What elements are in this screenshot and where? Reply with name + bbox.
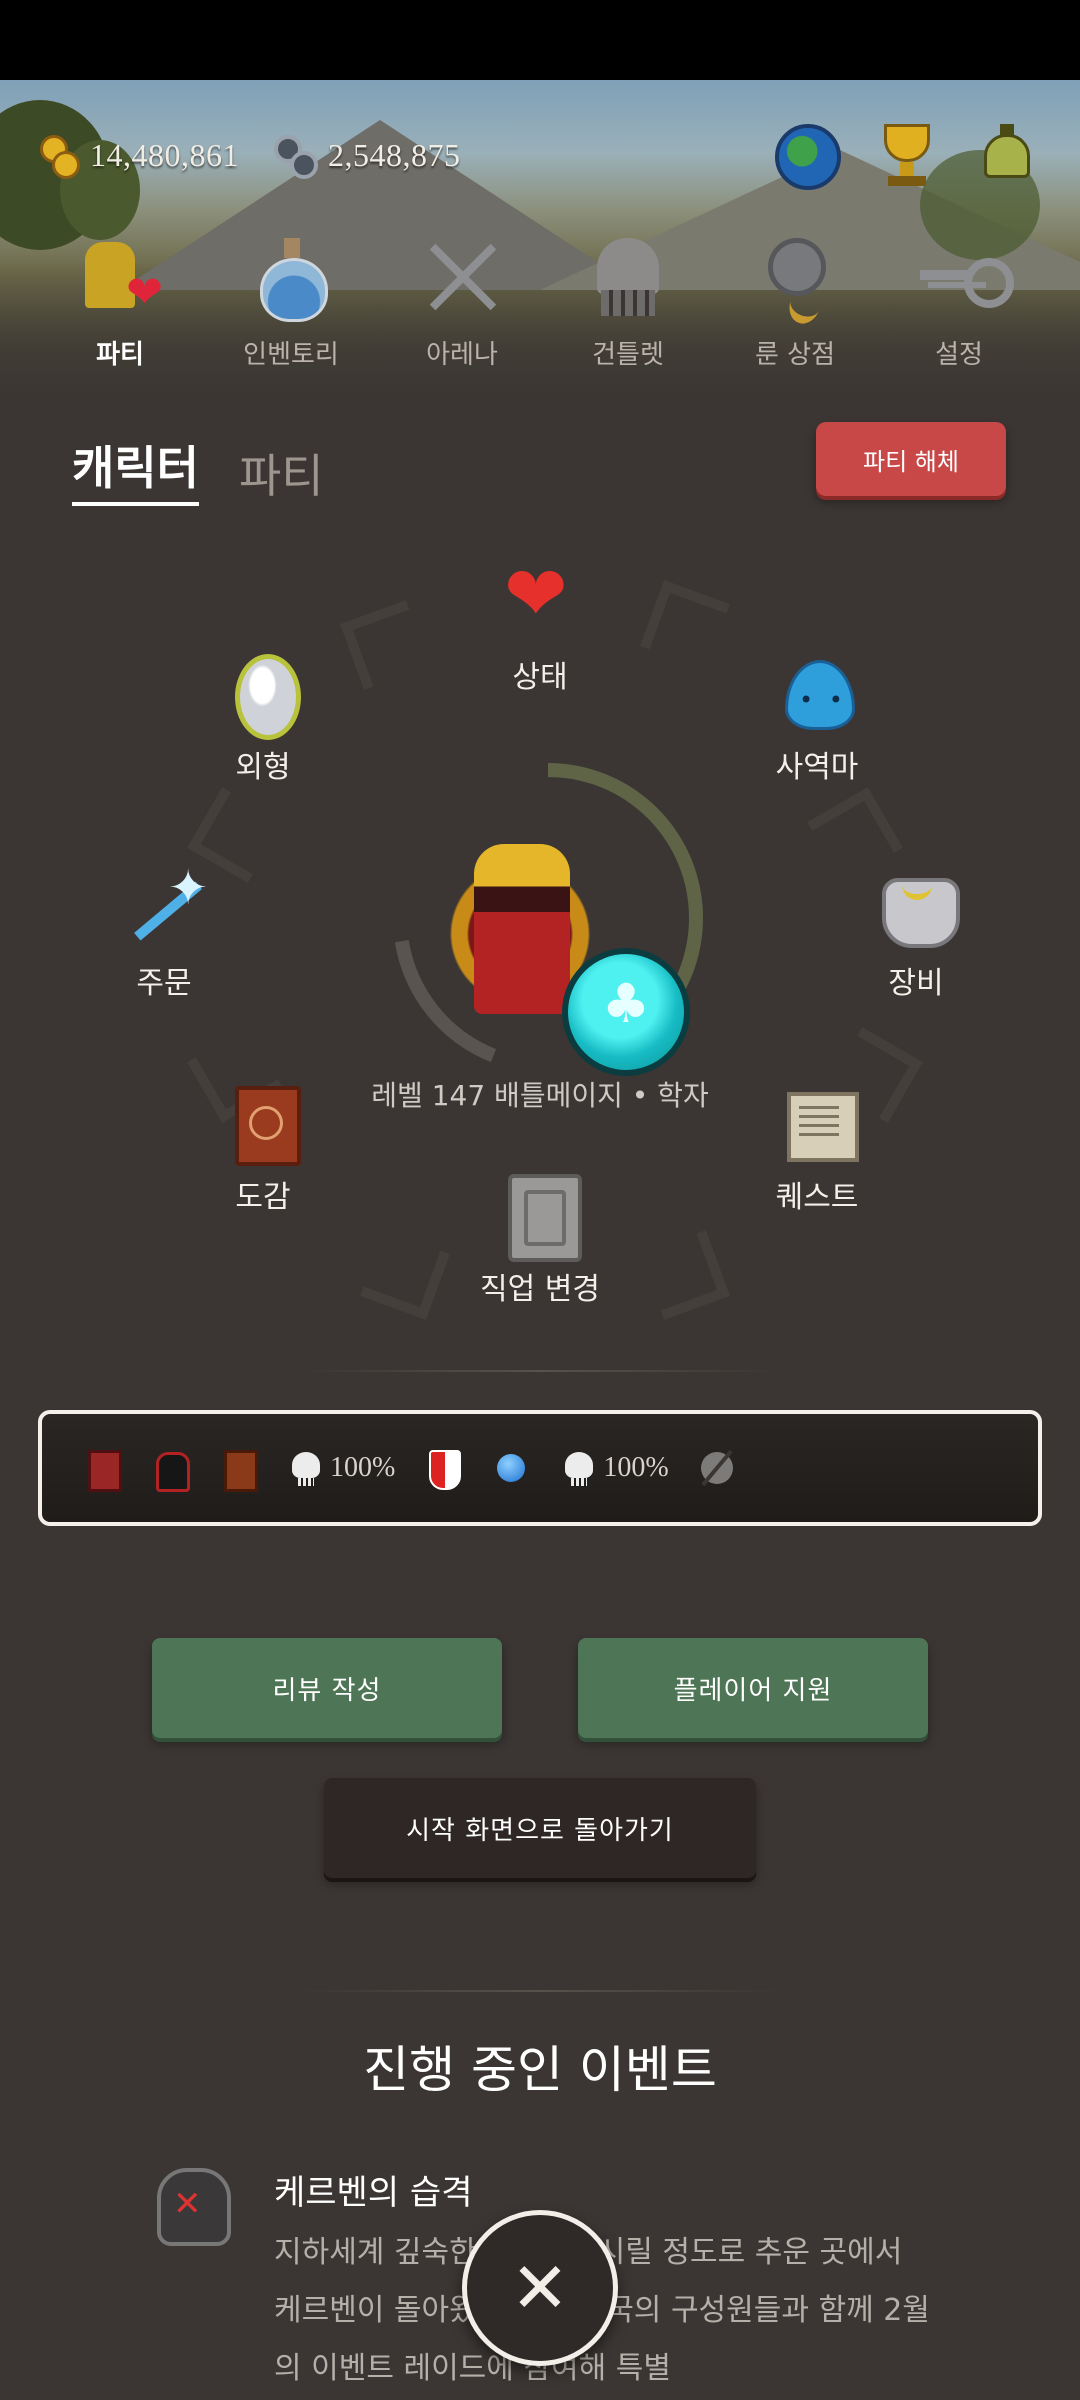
events-title: 진행 중인 이벤트 (363, 2041, 717, 2099)
return-to-title-button[interactable]: 시작 화면으로 돌아가기 (324, 1778, 756, 1878)
gold-counter: 14,480,861 (40, 130, 239, 180)
class-orb-icon[interactable] (562, 948, 690, 1076)
character-level-class: 레벨 147 배틀메이지 • 학자 (371, 1079, 709, 1112)
nav-inventory[interactable]: 인벤토리 (216, 232, 366, 382)
divider (300, 1990, 780, 1992)
nav-settings[interactable]: 설정 (884, 232, 1034, 382)
nav-inventory-label: 인벤토리 (243, 340, 339, 370)
nav-rune-shop-label: 룬 상점 (754, 340, 836, 370)
nav-party-label: 파티 (96, 340, 144, 370)
nav-gauntlet-label: 건틀렛 (592, 340, 664, 370)
gem-value: 2,548,875 (328, 136, 461, 173)
status-effect (218, 1448, 258, 1492)
rune-icon (750, 232, 840, 322)
tab-character[interactable]: 캐릭터 (72, 432, 199, 506)
status-effect (82, 1448, 122, 1492)
main-nav: 파티 인벤토리 아레나 건틀렛 룬 상점 설정 (0, 232, 1080, 382)
potion-icon (246, 232, 336, 322)
status-effect (491, 1448, 531, 1488)
nav-party[interactable]: 파티 (45, 232, 195, 382)
divider (300, 1370, 780, 1372)
no-slash-icon (697, 1448, 737, 1488)
globe-icon[interactable] (775, 124, 841, 190)
key-icon (914, 232, 1014, 322)
trophy-icon[interactable] (872, 120, 942, 190)
disband-party-button[interactable]: 파티 해체 (816, 422, 1006, 496)
status-effect-value: 100% (330, 1452, 396, 1483)
status-effects-bar[interactable]: 100% 100% (38, 1410, 1042, 1526)
blue-orb-icon (491, 1448, 531, 1488)
menu-appearance[interactable]: 외형 (173, 652, 353, 786)
coin-icon (40, 135, 80, 179)
status-effect (697, 1448, 737, 1488)
status-effect (150, 1448, 190, 1492)
menu-status[interactable]: 상태 (450, 556, 630, 696)
menu-appearance-label: 외형 (235, 750, 291, 785)
armor-icon (876, 868, 960, 948)
gold-value: 14,480,861 (90, 136, 239, 173)
close-icon: ✕ (510, 2247, 570, 2329)
close-button[interactable]: ✕ (462, 2210, 618, 2366)
cloak-icon (150, 1448, 190, 1492)
status-effect-value: 100% (603, 1452, 669, 1483)
cerberus-icon (145, 2158, 235, 2248)
status-effect: 100% (286, 1448, 395, 1488)
bell-icon[interactable] (972, 120, 1042, 190)
shield-icon (423, 1448, 463, 1490)
menu-quests-label: 퀘스트 (775, 1180, 859, 1215)
slime-icon (777, 652, 857, 732)
nav-gauntlet[interactable]: 건틀렛 (553, 232, 703, 382)
status-effect: 100% (559, 1448, 669, 1488)
sub-tabs: 캐릭터 파티 (72, 432, 324, 506)
nav-arena-label: 아레나 (426, 340, 498, 370)
menu-spells[interactable]: 주문 (74, 860, 254, 1002)
swords-icon (417, 232, 507, 322)
menu-familiar[interactable]: 사역마 (727, 652, 907, 786)
mirror-icon (223, 652, 303, 740)
gauntlet-icon (583, 232, 673, 322)
player-support-button[interactable]: 플레이어 지원 (578, 1638, 928, 1738)
red-book-icon (82, 1448, 122, 1492)
skull-icon (286, 1448, 326, 1488)
nav-arena[interactable]: 아레나 (387, 232, 537, 382)
status-bar (0, 0, 1080, 80)
tab-party[interactable]: 파티 (239, 440, 324, 506)
menu-familiar-label: 사역마 (775, 750, 859, 785)
menu-equipment-label: 장비 (888, 966, 944, 1001)
nav-settings-label: 설정 (935, 340, 983, 370)
nav-rune-shop[interactable]: 룬 상점 (720, 232, 870, 382)
write-review-button[interactable]: 리뷰 작성 (152, 1638, 502, 1738)
stone-tablet-icon (500, 1174, 582, 1262)
party-icon (75, 232, 165, 322)
menu-codex-label: 도감 (235, 1180, 291, 1215)
gem-icon (274, 135, 318, 179)
menu-job-change-label: 직업 변경 (480, 1272, 600, 1307)
menu-spells-label: 주문 (136, 966, 192, 1001)
status-effect (423, 1448, 463, 1490)
skull-icon (559, 1448, 599, 1488)
event-name[interactable]: 케르벤의 습격 (274, 2165, 473, 2214)
wand-icon (124, 860, 208, 948)
menu-status-label: 상태 (512, 660, 568, 695)
heart-icon (500, 556, 580, 642)
brown-book-icon (218, 1448, 258, 1492)
gem-counter: 2,548,875 (274, 130, 461, 180)
menu-equipment[interactable]: 장비 (826, 868, 1006, 1002)
menu-job-change[interactable]: 직업 변경 (450, 1174, 630, 1308)
